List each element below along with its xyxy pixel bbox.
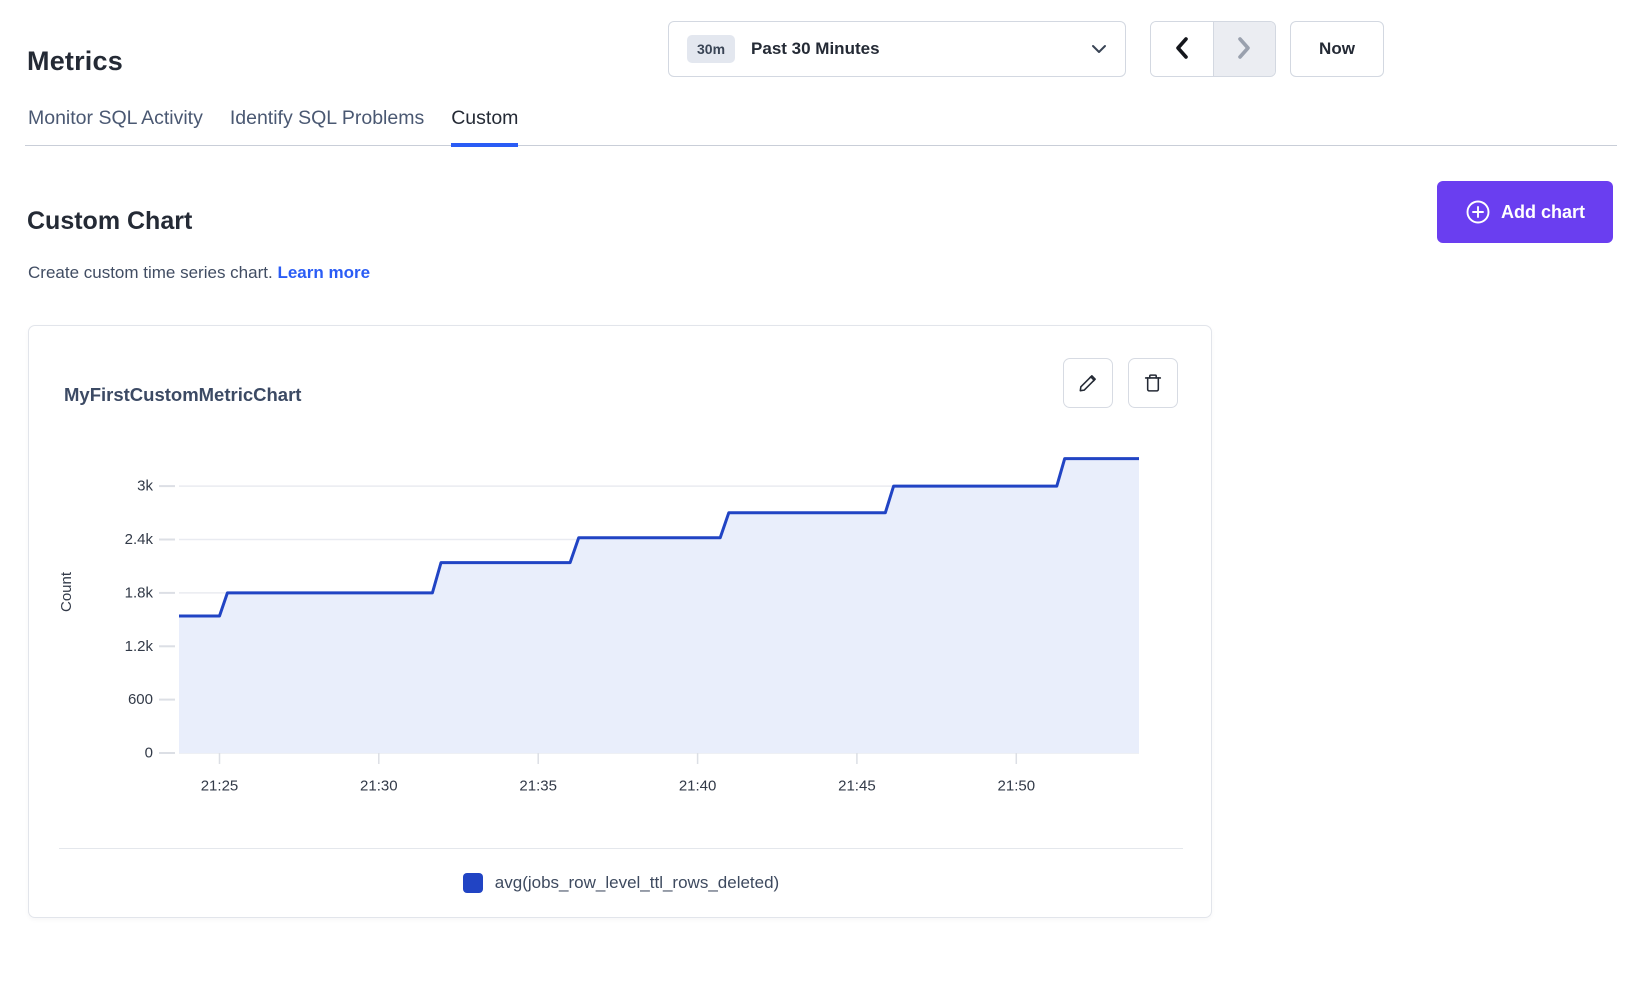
svg-text:600: 600	[128, 691, 153, 708]
section-title: Custom Chart	[27, 207, 192, 236]
svg-text:2.4k: 2.4k	[125, 531, 154, 548]
tab-custom[interactable]: Custom	[451, 107, 518, 147]
chevron-left-icon	[1173, 36, 1191, 63]
add-chart-button[interactable]: Add chart	[1437, 181, 1613, 243]
chart-legend: avg(jobs_row_level_ttl_rows_deleted)	[29, 873, 1213, 893]
svg-text:21:30: 21:30	[360, 777, 398, 794]
svg-text:21:50: 21:50	[998, 777, 1036, 794]
svg-text:21:35: 21:35	[519, 777, 557, 794]
custom-metric-chart-card: MyFirstCustomMetricChart 06001.2k1.8k2.4…	[28, 325, 1212, 918]
tab-bar: Monitor SQL Activity Identify SQL Proble…	[25, 100, 1617, 146]
svg-text:21:25: 21:25	[201, 777, 239, 794]
legend-swatch	[463, 873, 483, 893]
legend-divider	[59, 848, 1183, 849]
chevron-right-icon	[1235, 36, 1253, 63]
learn-more-link[interactable]: Learn more	[277, 263, 370, 282]
time-range-label: Past 30 Minutes	[751, 39, 1091, 59]
previous-window-button[interactable]	[1151, 22, 1213, 76]
next-window-button[interactable]	[1213, 22, 1276, 76]
add-chart-label: Add chart	[1501, 202, 1585, 223]
legend-series-label: avg(jobs_row_level_ttl_rows_deleted)	[495, 873, 779, 893]
svg-text:0: 0	[145, 745, 153, 762]
description-text: Create custom time series chart.	[28, 263, 273, 282]
svg-text:21:45: 21:45	[838, 777, 876, 794]
timeseries-chart: 0 600 1.2k 1.8k 2.4k 3k 21:25 21:30 21:35 21:40 21…	[29, 326, 1213, 826]
svg-text:1.8k: 1.8k	[125, 584, 154, 601]
chevron-down-icon	[1091, 44, 1107, 54]
time-range-badge: 30m	[687, 35, 735, 63]
page-title: Metrics	[27, 46, 123, 77]
svg-text:1.2k: 1.2k	[125, 638, 154, 655]
now-button[interactable]: Now	[1290, 21, 1384, 77]
time-window-arrows	[1150, 21, 1276, 77]
tab-identify-sql-problems[interactable]: Identify SQL Problems	[230, 107, 424, 147]
plus-circle-icon	[1465, 199, 1491, 225]
time-range-picker[interactable]: 30m Past 30 Minutes	[668, 21, 1126, 77]
svg-text:21:40: 21:40	[679, 777, 717, 794]
tab-monitor-sql-activity[interactable]: Monitor SQL Activity	[28, 107, 203, 147]
svg-text:Count: Count	[58, 571, 75, 612]
section-description: Create custom time series chart. Learn m…	[28, 263, 370, 283]
svg-text:3k: 3k	[137, 478, 153, 495]
